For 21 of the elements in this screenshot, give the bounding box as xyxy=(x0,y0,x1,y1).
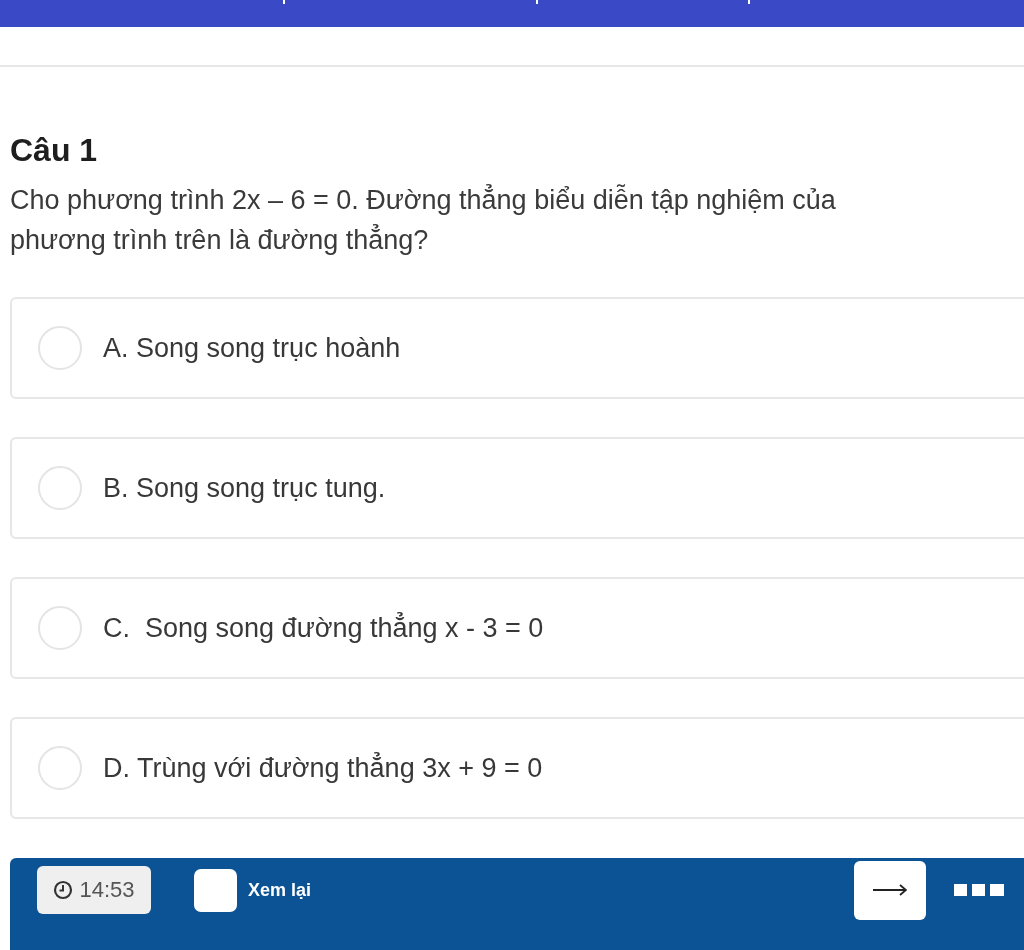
clock-icon xyxy=(53,880,74,900)
squares-icon[interactable] xyxy=(954,884,1004,896)
radio-button-icon[interactable] xyxy=(38,746,82,790)
option-label: C. Song song đường thẳng x - 3 = 0 xyxy=(103,612,544,644)
answer-option[interactable]: D. Trùng với đường thẳng 3x + 9 = 0 xyxy=(10,717,1024,819)
option-label: A. Song song trục hoành xyxy=(103,332,401,364)
question-title: Câu 1 xyxy=(10,131,98,170)
question-text: Cho phương trình 2x – 6 = 0. Đường thẳng biểu diễn tập nghiệm của phương trình trên là đường thẳng? xyxy=(10,183,837,257)
next-button[interactable] xyxy=(854,860,926,920)
radio-button-icon[interactable] xyxy=(38,326,82,370)
radio-button-icon[interactable] xyxy=(38,466,82,510)
answer-option[interactable]: C. Song song đường thẳng x - 3 = 0 xyxy=(10,577,1024,679)
arrow-right-icon xyxy=(873,884,907,896)
answer-option[interactable]: B. Song song trục tung. xyxy=(10,437,1024,539)
option-label: B. Song song trục tung. xyxy=(103,472,386,504)
review-label[interactable]: Xem lại xyxy=(248,879,312,901)
timer-text: 14:53 xyxy=(79,877,135,903)
answer-option[interactable]: A. Song song trục hoành xyxy=(10,297,1024,399)
radio-button-icon[interactable] xyxy=(38,606,82,650)
option-label: D. Trùng với đường thẳng 3x + 9 = 0 xyxy=(103,752,543,784)
review-checkbox[interactable] xyxy=(194,868,237,912)
